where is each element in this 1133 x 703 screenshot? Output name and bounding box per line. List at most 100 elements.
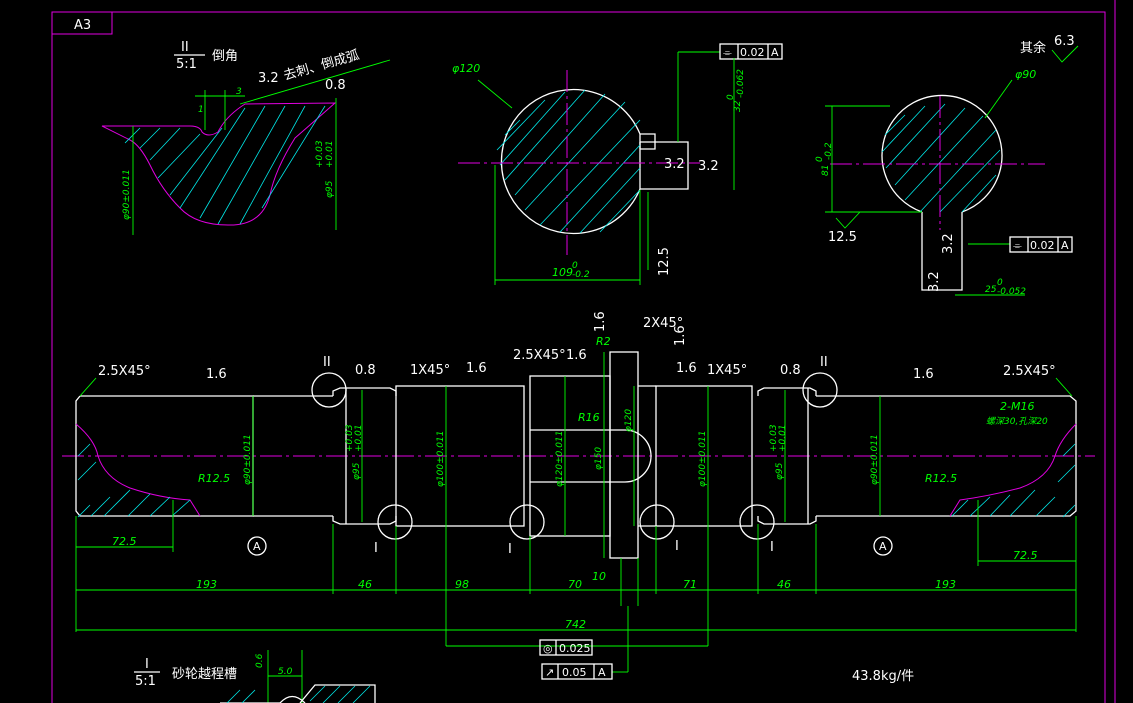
section-left-roughness-key1: 3.2 xyxy=(664,157,685,172)
shaft-chamfer-1x45-left: 1X45° xyxy=(410,363,450,378)
detail-ii-roman: II xyxy=(181,40,189,55)
section-left-hatch xyxy=(496,89,641,234)
runout-2-sym: ↗ xyxy=(545,666,554,679)
detail-ii-dim-1: 1 xyxy=(198,105,204,115)
shaft-chamfer-right: 2.5X45° xyxy=(1003,364,1056,379)
shaft-dim-46-left: 46 xyxy=(358,578,372,591)
detail-ii-tol-l: +0.01 xyxy=(325,140,335,168)
section-right-tol-datum: A xyxy=(1061,239,1069,252)
shaft-dim-193-right: 193 xyxy=(935,578,956,591)
shaft-outline xyxy=(62,351,1095,559)
shaft-thread-depth: 螺深30,孔深20 xyxy=(986,416,1048,427)
shaft-ra-4: 1.6 xyxy=(593,311,608,332)
runout-1-val: 0.025 xyxy=(559,642,591,655)
shaft-dim-742: 742 xyxy=(565,618,586,631)
section-left-width-tol-l: -0.2 xyxy=(572,270,590,280)
shaft-dia-95-left: φ95 xyxy=(352,462,362,480)
section-left-keyw-tol-l: -0.062 xyxy=(736,69,746,98)
section-right-roughness-key1: 3.2 xyxy=(941,233,956,254)
shaft-detail-i-2: I xyxy=(508,542,512,557)
shaft-dim-71: 71 xyxy=(683,578,697,591)
shaft-dim-98: 98 xyxy=(455,578,469,591)
detail-i-hatch xyxy=(226,685,371,703)
detail-i-scale: 5:1 xyxy=(135,674,156,689)
shaft-annotations: 2.5X45° 2.5X45° 2.5X45° 2X45° 1X45° 1X45… xyxy=(98,311,1056,680)
section-left-keyw-tol-u: 0 xyxy=(726,94,736,100)
section-right-hatch xyxy=(881,103,1001,213)
detail-i-title: 砂轮越程槽 xyxy=(172,667,237,682)
runout-2-val: 0.05 xyxy=(562,666,587,679)
detail-ii-scale: 5:1 xyxy=(176,57,197,72)
detail-i-dim-06: 0.6 xyxy=(255,653,265,668)
shaft-ra-08-left: 0.8 xyxy=(355,363,376,378)
shaft-dim-725-right: 72.5 xyxy=(1013,549,1038,562)
shaft-r2: R2 xyxy=(596,335,611,348)
shaft-dia-100-right: φ100±0.011 xyxy=(698,431,708,487)
shaft-dia-150: φ150 xyxy=(594,447,604,470)
runout-frame-2: ↗ 0.05 A xyxy=(541,663,613,680)
shaft-dia-95-right: φ95 xyxy=(775,462,785,480)
sheet-size-label: A3 xyxy=(74,18,91,33)
shaft-dim-46-right: 46 xyxy=(777,578,791,591)
shaft-ra-1: 1.6 xyxy=(206,367,227,382)
section-right-tolerance-frame: ⌯ 0.02 A xyxy=(1009,236,1073,253)
detail-ii-tol-u: +0.03 xyxy=(315,140,325,168)
weight-label: 43.8kg/件 xyxy=(852,669,914,684)
shaft-dia-120-left: φ120±0.011 xyxy=(555,431,565,487)
shaft-datum-a-right: A xyxy=(879,540,887,553)
shaft-right-hatch xyxy=(951,443,1076,518)
runout-1-sym: ◎ xyxy=(543,642,553,655)
section-right-roughness-key2: 3.2 xyxy=(927,271,942,292)
shaft-ra-2: 1.6 xyxy=(466,361,487,376)
shaft-dia-100-left: φ100±0.011 xyxy=(436,431,446,487)
detail-ii-dia-90: φ90±0.011 xyxy=(122,169,132,220)
detail-ii-dia-95: φ95 xyxy=(325,180,335,198)
shaft-datum-a-left: A xyxy=(253,540,261,553)
shaft-dia-90-right: φ90±0.011 xyxy=(870,434,880,485)
section-left-view: φ120 3.2 3.2 ⌯ 0.02 A 32 0 -0.062 109 0 … xyxy=(452,43,783,285)
shaft-thread: 2-M16 xyxy=(1000,400,1034,413)
shaft-tol-l-left: +0.01 xyxy=(354,424,364,452)
detail-ii-roughness-2: 0.8 xyxy=(325,78,346,93)
section-right-depth: 81 xyxy=(821,165,831,176)
runout-frame-1: ◎ 0.025 xyxy=(539,639,593,656)
shaft-ra-7: 1.6 xyxy=(913,367,934,382)
shaft-detail-ii-right: II xyxy=(820,355,828,370)
runout-2-datum: A xyxy=(598,666,606,679)
section-left-width: 109 xyxy=(552,266,573,279)
shaft-r125-right: R12.5 xyxy=(925,472,957,485)
shaft-ra-08-right: 0.8 xyxy=(780,363,801,378)
shaft-dim-10: 10 xyxy=(592,570,606,583)
detail-ii-dim-3: 3 xyxy=(236,87,242,97)
shaft-dia-90-left: φ90±0.011 xyxy=(243,434,253,485)
detail-ii-roughness-1-note: 去刺、倒成弧 xyxy=(282,48,361,84)
shaft-dia-120-right: φ120 xyxy=(624,409,634,432)
shaft-ra-3: 1.6 xyxy=(566,348,587,363)
section-right-depth-tol-l: -0.2 xyxy=(824,142,834,160)
shaft-r16: R16 xyxy=(578,411,600,424)
shaft-r125-left: R12.5 xyxy=(198,472,230,485)
section-right-roughness-left: 12.5 xyxy=(828,230,857,245)
detail-ii-title: 倒角 xyxy=(212,49,238,64)
section-right-tol-sym: ⌯ xyxy=(1013,239,1022,252)
section-left-tol-sym: ⌯ xyxy=(723,46,732,59)
section-left-roughness-key2: 3.2 xyxy=(698,159,719,174)
shaft-ra-5: 1.6 xyxy=(673,325,688,346)
shaft-dim-70: 70 xyxy=(568,578,582,591)
drawing-canvas: A3 II 5:1 倒角 3 1 3.2 去刺、倒成弧 0.8 φ90±0.01… xyxy=(51,0,1116,703)
shaft-chamfer-center: 2.5X45° xyxy=(513,348,566,363)
roughness-rest-value: 6.3 xyxy=(1054,34,1075,49)
shaft-detail-i-4: I xyxy=(770,540,774,555)
shaft-detail-i-3: I xyxy=(675,539,679,554)
roughness-rest-label: 其余 xyxy=(1020,40,1046,56)
shaft-ra-6: 1.6 xyxy=(676,361,697,376)
section-right-keyw-tol-l: -0.052 xyxy=(997,287,1026,297)
shaft-detail-ii-left: II xyxy=(323,355,331,370)
section-right-keyw: 25 xyxy=(985,285,997,295)
shaft-tol-l-right: +0.01 xyxy=(778,424,788,452)
detail-i-dim-50: 5.0 xyxy=(278,667,293,677)
section-right-tol-val: 0.02 xyxy=(1030,239,1055,252)
shaft-detail-i-1: I xyxy=(374,541,378,556)
section-right-view: φ90 81 0 -0.2 12.5 3.2 3.2 ⌯ 0.02 A 25 0… xyxy=(815,68,1073,297)
detail-ii-roughness-1: 3.2 xyxy=(258,71,279,86)
